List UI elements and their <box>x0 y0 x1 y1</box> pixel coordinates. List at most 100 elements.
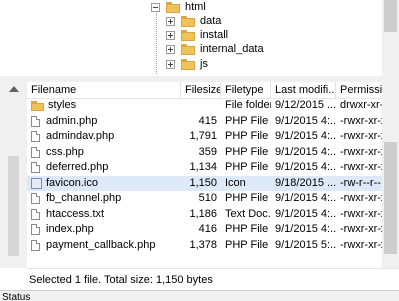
file-list-scrollbar-thumb[interactable] <box>384 142 397 254</box>
filename-text: favicon.ico <box>46 176 98 189</box>
file-icon <box>31 131 40 143</box>
file-row[interactable]: favicon.ico 1,150 Icon 9/18/2015 ... -rw-r--… <box>27 175 382 192</box>
file-list[interactable]: styles File folder 9/12/2015 ... drwxr-xr-x… <box>27 98 382 253</box>
filesize-cell: 416 <box>198 223 217 235</box>
filename-cell: payment_callback.php <box>27 238 181 254</box>
file-row[interactable]: htaccess.txt 1,186 Text Doc... 9/1/2015 4:.… <box>27 207 382 223</box>
file-icon <box>31 162 40 174</box>
modified-cell: 9/1/2015 4:... <box>275 207 336 220</box>
folder-icon <box>181 29 195 41</box>
filetype-cell: PHP File <box>225 238 269 251</box>
filename-text: htaccess.txt <box>46 207 105 220</box>
status-bar: Status <box>0 290 399 301</box>
tree-item-label: data <box>200 15 222 27</box>
folder-icon <box>166 1 180 13</box>
tree-guide-line <box>156 10 157 74</box>
modified-cell: 9/1/2015 4:... <box>275 192 336 204</box>
modified-cell: 9/18/2015 ... <box>275 176 336 189</box>
file-icon <box>31 115 40 127</box>
modified-cell: 9/1/2015 4:... <box>275 130 336 142</box>
tree-item-label: js <box>200 58 208 70</box>
file-row[interactable]: deferred.php 1,134 PHP File 9/1/2015 4:... -… <box>27 160 382 176</box>
tree-item-label: install <box>200 29 229 41</box>
filetype-cell: PHP File <box>225 192 269 204</box>
filename-text: admin.php <box>46 114 98 127</box>
remote-directory-tree[interactable]: html data install internal_data js <box>0 0 399 76</box>
filesize-cell: 1,150 <box>189 176 217 189</box>
filename-cell: fb_channel.php <box>27 191 181 207</box>
permissions-cell: -rw-r--r-- <box>340 176 381 189</box>
filetype-cell: Icon <box>225 176 246 189</box>
filename-cell: deferred.php <box>27 160 181 176</box>
permissions-cell: -rwxr-xr-x <box>340 145 382 158</box>
file-row[interactable]: css.php 359 PHP File 9/1/2015 4:... -rwxr-xr… <box>27 145 382 161</box>
filetype-cell: PHP File <box>225 161 269 173</box>
filename-text: styles <box>48 99 77 111</box>
file-row[interactable]: index.php 416 PHP File 9/1/2015 4:... -rwxr-… <box>27 222 382 238</box>
column-permissions[interactable]: Permissi... <box>336 82 382 98</box>
filetype-cell: PHP File <box>225 223 269 235</box>
modified-cell: 9/1/2015 5:... <box>275 238 336 251</box>
file-icon <box>31 224 40 236</box>
expand-icon[interactable] <box>166 59 175 69</box>
folder-icon <box>181 58 195 70</box>
file-row[interactable]: fb_channel.php 510 PHP File 9/1/2015 4:... -… <box>27 191 382 207</box>
permissions-cell: -rwxr-xr-x <box>340 192 382 204</box>
scroll-up-icon[interactable] <box>9 86 19 92</box>
tree-item-label: html <box>185 1 206 13</box>
filetype-cell: File folder <box>225 99 271 111</box>
filename-text: admindav.php <box>46 130 115 142</box>
permissions-cell: drwxr-xr-x <box>340 99 382 111</box>
file-row[interactable]: admin.php 415 PHP File 9/1/2015 4:... -rwxr-… <box>27 114 382 130</box>
permissions-cell: -rwxr-xr-x <box>340 130 382 142</box>
filename-cell: admindav.php <box>27 129 181 145</box>
tree-item-js[interactable]: js <box>166 56 208 72</box>
file-row[interactable]: admindav.php 1,791 PHP File 9/1/2015 4:... -… <box>27 129 382 145</box>
filename-cell: admin.php <box>27 114 181 130</box>
permissions-cell: -rwxr-xr-x <box>340 223 382 235</box>
filesize-cell: 1,134 <box>189 161 217 173</box>
modified-cell: 9/1/2015 4:... <box>275 114 336 127</box>
image-file-icon <box>31 177 42 189</box>
column-filesize[interactable]: Filesize <box>181 82 221 98</box>
modified-cell: 9/1/2015 4:... <box>275 223 336 235</box>
modified-cell: 9/1/2015 4:... <box>275 161 336 173</box>
column-filetype[interactable]: Filetype <box>221 82 271 98</box>
tree-item-internal-data[interactable]: internal_data <box>166 41 264 57</box>
expand-icon[interactable] <box>166 16 175 26</box>
filetype-cell: PHP File <box>225 130 269 142</box>
file-icon <box>31 208 40 220</box>
left-pane-scrollbar[interactable] <box>0 82 27 268</box>
permissions-cell: -rwxr-xr-x <box>340 238 382 251</box>
filesize-cell <box>181 98 221 114</box>
file-row[interactable]: payment_callback.php 1,378 PHP File 9/1/201… <box>27 238 382 254</box>
expand-icon[interactable] <box>166 30 175 40</box>
tree-scrollbar-thumb[interactable] <box>384 0 397 32</box>
filetype-cell: PHP File <box>225 114 269 127</box>
permissions-cell: -rwxr-xr-x <box>340 207 382 220</box>
left-scrollbar-thumb[interactable] <box>8 156 19 256</box>
filesize-cell: 1,378 <box>189 238 217 251</box>
tree-item-label: internal_data <box>200 43 264 55</box>
filename-text: fb_channel.php <box>46 192 122 204</box>
file-row[interactable]: styles File folder 9/12/2015 ... drwxr-xr-x <box>27 98 382 114</box>
filetype-cell: PHP File <box>225 145 269 158</box>
folder-icon <box>181 15 195 27</box>
expand-icon[interactable] <box>166 44 175 54</box>
permissions-cell: -rwxr-xr-x <box>340 161 382 173</box>
filesize-cell: 415 <box>198 114 217 127</box>
filename-text: index.php <box>46 223 94 235</box>
filename-text: payment_callback.php <box>46 238 156 251</box>
filename-cell: index.php <box>27 222 181 238</box>
file-list-scrollbar[interactable] <box>382 82 399 268</box>
filename-cell: favicon.ico <box>27 176 181 192</box>
file-list-header: Filename Filesize Filetype Last modifi..… <box>27 82 382 99</box>
file-icon <box>31 146 40 158</box>
collapse-icon[interactable] <box>151 2 160 12</box>
filetype-cell: Text Doc... <box>225 207 271 220</box>
filename-cell: htaccess.txt <box>27 207 181 223</box>
column-filename[interactable]: Filename <box>27 82 181 98</box>
tree-scrollbar[interactable] <box>382 0 399 76</box>
folder-icon <box>31 100 44 111</box>
column-last-modified[interactable]: Last modifi... <box>271 82 336 98</box>
